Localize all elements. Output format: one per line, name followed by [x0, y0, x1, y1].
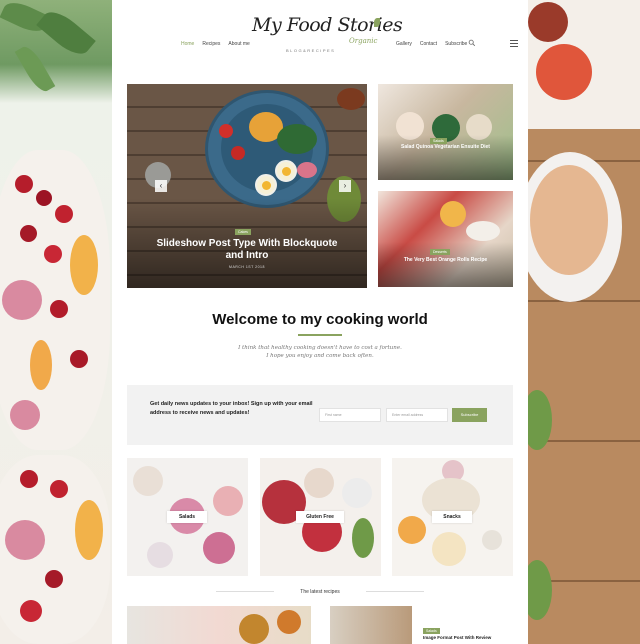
- nav-about[interactable]: About me: [228, 41, 249, 47]
- latest-recipes-heading: The latest recipes: [300, 589, 340, 595]
- card-post-title[interactable]: Salad Quinoa Vegetarian Ensuite Diet: [386, 144, 505, 150]
- main-nav-left: Home Recipes About me: [181, 41, 250, 47]
- subscribe-button[interactable]: Subscribe: [452, 408, 487, 422]
- category-label: Gluten Free: [296, 511, 344, 523]
- heading-divider: [298, 334, 342, 336]
- slider-prev-button[interactable]: ‹: [155, 180, 167, 192]
- nav-recipes[interactable]: Recipes: [202, 41, 220, 47]
- site-logo[interactable]: My Food Stories Organic BLOG&RECIPES: [252, 14, 403, 53]
- hero-post-date: MARCH 1ST 2018: [229, 265, 265, 269]
- card-post-title[interactable]: The Very Best Orange Rolls Recipe: [386, 257, 505, 263]
- slider-next-button[interactable]: ›: [339, 180, 351, 192]
- right-background-image: [528, 0, 640, 644]
- nav-gallery[interactable]: Gallery: [396, 41, 412, 47]
- leaf-icon: [374, 18, 380, 27]
- logo-tagline: BLOG&RECIPES: [286, 48, 336, 53]
- latest-category-badge[interactable]: Salads: [423, 628, 440, 634]
- site-header: Home Recipes About me My Food Stories Or…: [112, 0, 528, 78]
- latest-post-image[interactable]: [330, 606, 412, 644]
- card-category-badge[interactable]: Desserts: [430, 249, 450, 255]
- newsletter-text: Get daily news updates to your inbox! Si…: [150, 401, 313, 416]
- category-label: Snacks: [432, 511, 472, 523]
- main-nav-right: Gallery Contact Subscribe: [396, 41, 467, 47]
- category-card-gluten-free[interactable]: Gluten Free: [260, 458, 381, 576]
- hero-slider[interactable]: ‹ › Cakes Slideshow Post Type With Block…: [127, 84, 367, 288]
- featured-post-card[interactable]: Salads Salad Quinoa Vegetarian Ensuite D…: [378, 84, 513, 180]
- category-card-salads[interactable]: Salads: [127, 458, 248, 576]
- nav-contact[interactable]: Contact: [420, 41, 437, 47]
- hero-category-badge[interactable]: Cakes: [235, 229, 251, 235]
- category-label: Salads: [167, 511, 207, 523]
- email-field[interactable]: Enter email address: [386, 408, 448, 422]
- welcome-text: I think that healthy cooking doesn't hav…: [238, 345, 402, 359]
- hero-post-title[interactable]: Slideshow Post Type With Blockquote and …: [147, 238, 347, 262]
- left-background-image: [0, 0, 112, 644]
- search-icon[interactable]: [468, 39, 476, 47]
- featured-post-card[interactable]: Desserts The Very Best Orange Rolls Reci…: [378, 191, 513, 287]
- welcome-heading: Welcome to my cooking world: [212, 311, 428, 328]
- page-container: Home Recipes About me My Food Stories Or…: [112, 0, 528, 644]
- newsletter-box: Get daily news updates to your inbox! Si…: [127, 385, 513, 445]
- hamburger-menu-icon[interactable]: [510, 40, 518, 47]
- nav-home[interactable]: Home: [181, 41, 194, 47]
- first-name-field[interactable]: First name: [319, 408, 381, 422]
- logo-title: My Food Stories: [252, 14, 403, 36]
- latest-post-image[interactable]: [127, 606, 311, 644]
- category-card-snacks[interactable]: Snacks: [392, 458, 513, 576]
- nav-subscribe[interactable]: Subscribe: [445, 41, 467, 47]
- logo-accent: Organic: [349, 37, 378, 45]
- latest-post-title[interactable]: Image Format Post With Review: [423, 635, 491, 640]
